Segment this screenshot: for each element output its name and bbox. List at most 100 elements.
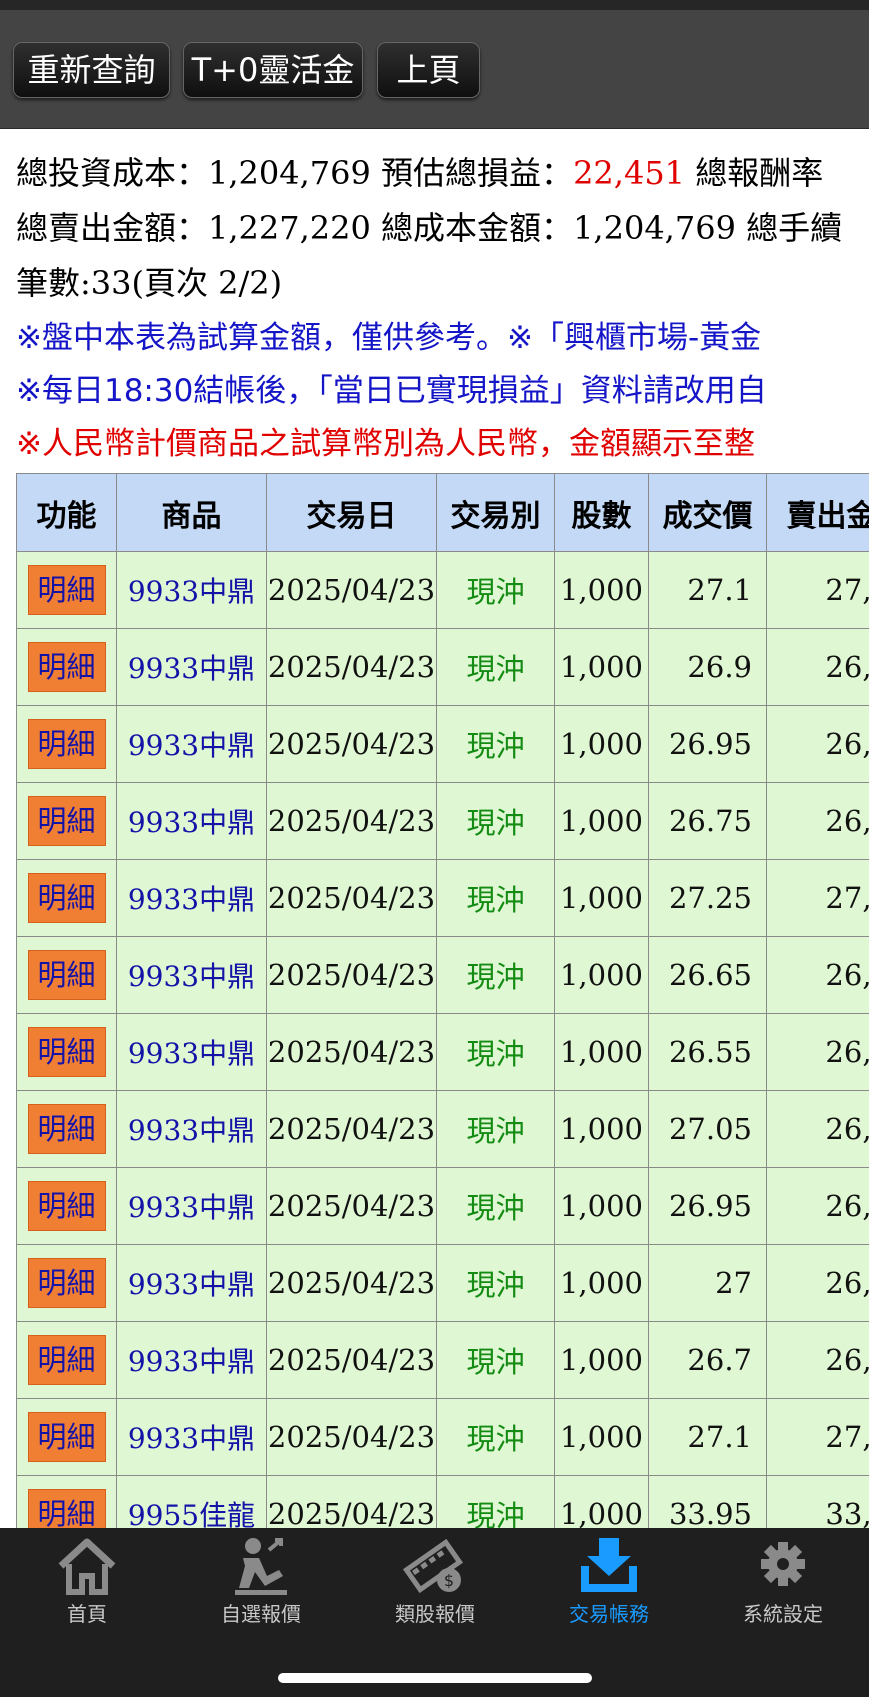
- table-row: 明細9933中鼎2025/04/23現沖1,00026.5526,4: [16, 1013, 869, 1091]
- table-header-row: 功能 商品 交易日 交易別 股數 成交價 賣出金: [16, 473, 869, 552]
- sell-amount-cell: 26,5: [766, 936, 869, 1014]
- sell-amount-cell: 26,6: [766, 782, 869, 860]
- summary-panel: 總投資成本：1,204,769 預估總損益：22,451 總報酬率 總賣出金額：…: [16, 146, 869, 311]
- trade-table-container[interactable]: 功能 商品 交易日 交易別 股數 成交價 賣出金 明細 9933中鼎 2025/04…: [16, 473, 869, 1528]
- total-return-label: 總報酬率: [695, 154, 824, 192]
- price-cell: 27: [648, 1244, 767, 1322]
- function-cell: 明細: [16, 1013, 117, 1091]
- table-row: 明細9933中鼎2025/04/23現沖1,00027.127,0: [16, 551, 869, 629]
- trade-date-cell: 2025/04/23: [266, 782, 437, 860]
- table-row: 明細9933中鼎2025/04/23現沖1,00027.127,0: [16, 1398, 869, 1476]
- trade-type-cell: 現沖: [436, 1321, 555, 1399]
- notice-settlement-time: ※每日18:30結帳後，「當日已實現損益」資料請改用自: [16, 373, 767, 409]
- product-cell[interactable]: 9933中鼎: [116, 1167, 267, 1245]
- function-cell: 明細: [16, 1398, 117, 1476]
- detail-button[interactable]: 明細: [27, 565, 106, 615]
- header-function: 功能: [16, 473, 117, 552]
- header-shares: 股數: [554, 473, 649, 552]
- requery-button[interactable]: 重新查詢: [13, 42, 170, 98]
- trade-type-cell: 現沖: [436, 859, 555, 937]
- shares-cell: 1,000: [554, 782, 649, 860]
- estimated-pnl-label: 預估總損益：: [381, 154, 574, 192]
- header-trade-date: 交易日: [266, 473, 437, 552]
- detail-button[interactable]: 明細: [27, 1335, 106, 1385]
- product-cell[interactable]: 9933中鼎: [116, 628, 267, 706]
- top-toolbar: 重新查詢 T+0靈活金 上頁: [0, 0, 869, 129]
- trade-type-cell: 現沖: [436, 551, 555, 629]
- product-cell[interactable]: 9933中鼎: [116, 859, 267, 937]
- function-cell: 明細: [16, 705, 117, 783]
- trade-type-cell: 現沖: [436, 1244, 555, 1322]
- trade-type-cell: 現沖: [436, 1167, 555, 1245]
- function-cell: 明細: [16, 1090, 117, 1168]
- nav-trading-account[interactable]: 交易帳務: [522, 1528, 696, 1628]
- price-cell: 26.9: [648, 628, 767, 706]
- trade-date-cell: 2025/04/23: [266, 1321, 437, 1399]
- detail-button[interactable]: 明細: [27, 1489, 106, 1528]
- nav-watchlist[interactable]: 自選報價: [174, 1528, 348, 1628]
- trade-date-cell: 2025/04/23: [266, 936, 437, 1014]
- shares-cell: 1,000: [554, 1090, 649, 1168]
- detail-button[interactable]: 明細: [27, 719, 106, 769]
- shares-cell: 1,000: [554, 1398, 649, 1476]
- trade-type-cell: 現沖: [436, 782, 555, 860]
- previous-page-button[interactable]: 上頁: [377, 42, 480, 98]
- table-row: 明細9933中鼎2025/04/23現沖1,00027.2527,1: [16, 859, 869, 937]
- nav-system-settings[interactable]: 系統設定: [696, 1528, 869, 1628]
- detail-button[interactable]: 明細: [27, 796, 106, 846]
- detail-button[interactable]: 明細: [27, 1181, 106, 1231]
- trade-type-cell: 現沖: [436, 936, 555, 1014]
- detail-button[interactable]: 明細: [27, 1258, 106, 1308]
- table-row: 明細9933中鼎2025/04/23現沖1,00026.7526,6: [16, 782, 869, 860]
- total-sell-label: 總賣出金額：: [16, 209, 209, 247]
- detail-button[interactable]: 明細: [27, 1412, 106, 1462]
- product-cell[interactable]: 9933中鼎: [116, 1398, 267, 1476]
- header-trade-type: 交易別: [436, 473, 555, 552]
- shares-cell: 1,000: [554, 551, 649, 629]
- product-cell[interactable]: 9933中鼎: [116, 1321, 267, 1399]
- function-cell: 明細: [16, 1321, 117, 1399]
- trade-date-cell: 2025/04/23: [266, 1090, 437, 1168]
- nav-system-settings-label: 系統設定: [743, 1602, 823, 1626]
- nav-sector-quotes[interactable]: $ 類股報價: [348, 1528, 522, 1628]
- trade-type-cell: 現沖: [436, 628, 555, 706]
- summary-line-1: 總投資成本：1,204,769 預估總損益：22,451 總報酬率: [16, 146, 869, 201]
- trade-date-cell: 2025/04/23: [266, 859, 437, 937]
- nav-trading-account-label: 交易帳務: [569, 1602, 649, 1626]
- product-cell[interactable]: 9933中鼎: [116, 551, 267, 629]
- product-cell[interactable]: 9933中鼎: [116, 1090, 267, 1168]
- detail-button[interactable]: 明細: [27, 1104, 106, 1154]
- shares-cell: 1,000: [554, 1167, 649, 1245]
- price-cell: 26.7: [648, 1321, 767, 1399]
- trade-date-cell: 2025/04/23: [266, 1244, 437, 1322]
- table-row: 明細9933中鼎2025/04/23現沖1,00026.9526,8: [16, 1167, 869, 1245]
- detail-button[interactable]: 明細: [27, 642, 106, 692]
- detail-button[interactable]: 明細: [27, 950, 106, 1000]
- product-cell[interactable]: 9933中鼎: [116, 1244, 267, 1322]
- home-indicator[interactable]: [278, 1673, 592, 1683]
- trade-date-cell: 2025/04/23: [266, 705, 437, 783]
- function-cell: 明細: [16, 936, 117, 1014]
- price-cell: 27.1: [648, 551, 767, 629]
- table-row: 明細9933中鼎2025/04/23現沖1,00026.9526,8: [16, 705, 869, 783]
- product-cell[interactable]: 9933中鼎: [116, 782, 267, 860]
- function-cell: 明細: [16, 1167, 117, 1245]
- product-cell[interactable]: 9933中鼎: [116, 1013, 267, 1091]
- detail-button[interactable]: 明細: [27, 873, 106, 923]
- function-cell: 明細: [16, 1244, 117, 1322]
- price-cell: 26.95: [648, 1167, 767, 1245]
- header-price: 成交價: [648, 473, 767, 552]
- shares-cell: 1,000: [554, 936, 649, 1014]
- trade-type-cell: 現沖: [436, 1475, 555, 1528]
- product-cell[interactable]: 9933中鼎: [116, 936, 267, 1014]
- price-cell: 27.25: [648, 859, 767, 937]
- header-product: 商品: [116, 473, 267, 552]
- nav-home[interactable]: 首頁: [0, 1528, 174, 1628]
- t0-flex-fund-button[interactable]: T+0靈活金: [183, 42, 363, 98]
- sell-amount-cell: 26,8: [766, 628, 869, 706]
- product-cell[interactable]: 9933中鼎: [116, 705, 267, 783]
- sell-amount-cell: 26,4: [766, 1013, 869, 1091]
- product-cell[interactable]: 9955佳龍: [116, 1475, 267, 1528]
- detail-button[interactable]: 明細: [27, 1027, 106, 1077]
- trade-date-cell: 2025/04/23: [266, 1167, 437, 1245]
